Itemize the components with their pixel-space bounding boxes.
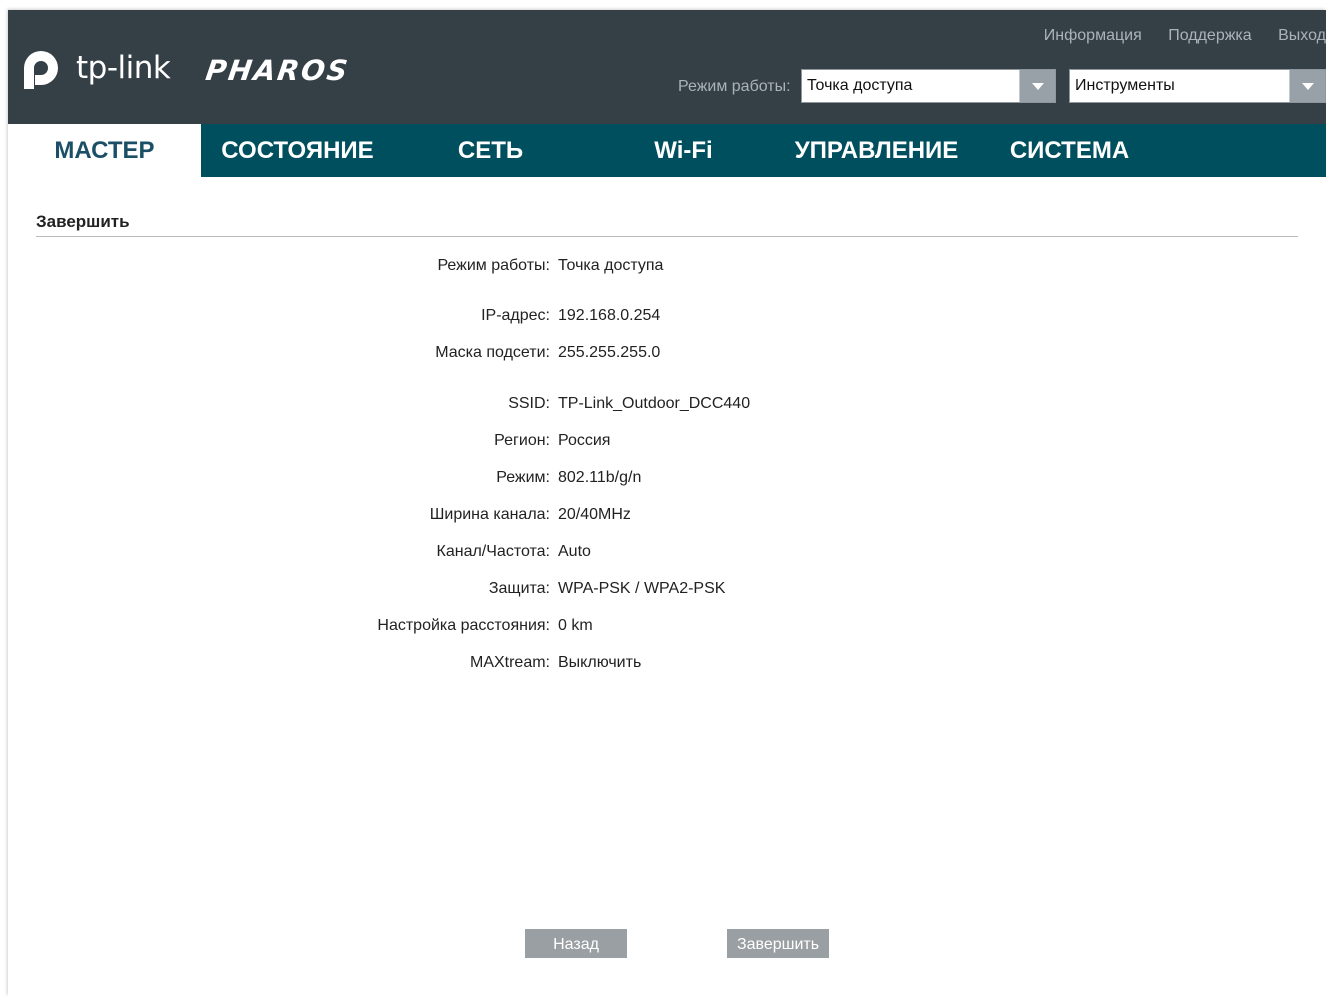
chevron-down-icon[interactable] bbox=[1019, 70, 1055, 102]
summary-label: SSID: bbox=[508, 395, 550, 412]
summary-label: Режим работы: bbox=[437, 257, 550, 274]
mode-select-value: Точка доступа bbox=[807, 77, 913, 94]
summary-label: IP-адрес: bbox=[481, 307, 550, 324]
summary-value: 802.11b/g/n bbox=[558, 469, 642, 486]
finish-button[interactable]: Завершить bbox=[727, 929, 829, 958]
tab-wifi[interactable]: Wi-Fi bbox=[587, 124, 780, 177]
tp-link-logo-icon bbox=[24, 51, 58, 89]
summary-label: Ширина канала: bbox=[429, 506, 550, 523]
summary-value: Точка доступа bbox=[558, 257, 664, 274]
summary-row-security: Защита: WPA-PSK / WPA2-PSK bbox=[8, 580, 1326, 602]
chevron-down-icon[interactable] bbox=[1289, 70, 1325, 102]
summary-label: Режим: bbox=[496, 469, 550, 486]
summary-row-distance: Настройка расстояния: 0 km bbox=[8, 617, 1326, 639]
summary-row-subnet: Маска подсети: 255.255.255.0 bbox=[8, 344, 1326, 366]
summary-value: Auto bbox=[558, 543, 591, 560]
summary-label: Защита: bbox=[488, 580, 550, 597]
summary-row-maxtream: MAXtream: Выключить bbox=[8, 654, 1326, 676]
brand-name: tp-link bbox=[76, 50, 171, 86]
divider bbox=[36, 236, 1298, 237]
tab-status[interactable]: СОСТОЯНИЕ bbox=[201, 124, 394, 177]
product-name: PHAROS bbox=[203, 54, 352, 87]
summary-label: Настройка расстояния: bbox=[377, 617, 550, 634]
main-nav: МАСТЕР СОСТОЯНИЕ СЕТЬ Wi-Fi УПРАВЛЕНИЕ С… bbox=[8, 124, 1326, 177]
mode-select[interactable]: Точка доступа bbox=[801, 69, 1056, 103]
support-link[interactable]: Поддержка bbox=[1168, 27, 1251, 44]
summary-row-channel: Канал/Частота: Auto bbox=[8, 543, 1326, 565]
router-admin-page: tp-link PHAROS Информация Поддержка Выхо… bbox=[8, 10, 1326, 996]
section-title: Завершить bbox=[36, 212, 130, 231]
summary-label: Маска подсети: bbox=[435, 344, 550, 361]
summary-value: Выключить bbox=[558, 654, 642, 671]
summary-row-wireless-mode: Режим: 802.11b/g/n bbox=[8, 469, 1326, 491]
summary-row-region: Регион: Россия bbox=[8, 432, 1326, 454]
summary-row-channel-width: Ширина канала: 20/40MHz bbox=[8, 506, 1326, 528]
summary-row-mode: Режим работы: Точка доступа bbox=[8, 257, 1326, 279]
summary-value: 0 km bbox=[558, 617, 593, 634]
summary-value: WPA-PSK / WPA2-PSK bbox=[558, 580, 726, 597]
back-button[interactable]: Назад bbox=[525, 929, 627, 958]
summary-value: 192.168.0.254 bbox=[558, 307, 661, 324]
tab-wizard[interactable]: МАСТЕР bbox=[8, 124, 201, 177]
tab-system[interactable]: СИСТЕМА bbox=[973, 124, 1166, 177]
summary-value: 255.255.255.0 bbox=[558, 344, 661, 361]
tab-network[interactable]: СЕТЬ bbox=[394, 124, 587, 177]
summary-row-ip: IP-адрес: 192.168.0.254 bbox=[8, 307, 1326, 329]
summary-label: Регион: bbox=[494, 432, 550, 449]
top-links: Информация Поддержка Выход bbox=[1022, 27, 1326, 45]
header: tp-link PHAROS Информация Поддержка Выхо… bbox=[8, 10, 1326, 124]
summary-label: Канал/Частота: bbox=[436, 543, 550, 560]
info-link[interactable]: Информация bbox=[1044, 27, 1142, 44]
summary-value: Россия bbox=[558, 432, 611, 449]
logout-link[interactable]: Выход bbox=[1278, 27, 1326, 44]
tab-management[interactable]: УПРАВЛЕНИЕ bbox=[780, 124, 973, 177]
summary-label: MAXtream: bbox=[469, 654, 550, 671]
tools-select-value: Инструменты bbox=[1075, 77, 1175, 94]
tools-select[interactable]: Инструменты bbox=[1069, 69, 1326, 103]
summary-value: TP-Link_Outdoor_DCC440 bbox=[558, 395, 751, 412]
summary-row-ssid: SSID: TP-Link_Outdoor_DCC440 bbox=[8, 395, 1326, 417]
mode-label: Режим работы: bbox=[678, 78, 791, 95]
summary-value: 20/40MHz bbox=[558, 506, 631, 523]
